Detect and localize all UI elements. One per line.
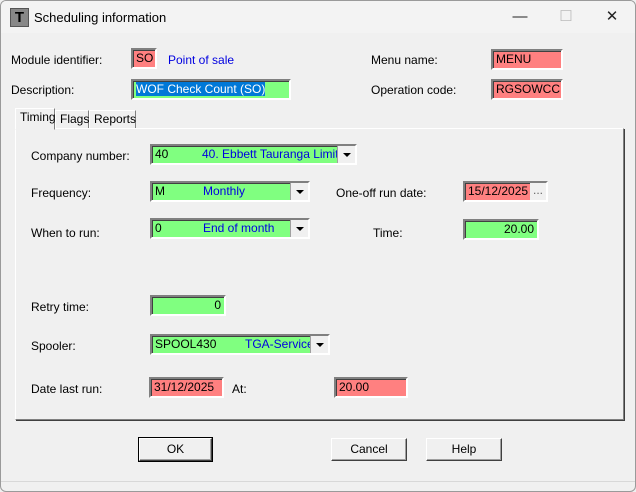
- when-to-run-name: End of month: [203, 221, 275, 235]
- minimize-icon[interactable]: —: [498, 5, 542, 29]
- maximize-icon[interactable]: ☐: [544, 5, 588, 29]
- cancel-button[interactable]: Cancel: [331, 438, 407, 461]
- when-to-run-label: When to run:: [31, 226, 100, 240]
- help-button[interactable]: Help: [426, 438, 502, 461]
- module-identifier-label: Module identifier:: [11, 53, 103, 67]
- module-identifier-field[interactable]: SO: [131, 48, 157, 69]
- ok-button[interactable]: OK: [138, 437, 213, 462]
- one-off-run-date-label: One-off run date:: [336, 186, 427, 200]
- chevron-down-icon[interactable]: [290, 220, 308, 237]
- description-field[interactable]: WOF Check Count (SO): [131, 79, 291, 100]
- tab-flags[interactable]: Flags: [55, 110, 89, 129]
- company-number-combo[interactable]: 40 40. Ebbett Tauranga Limited: [150, 144, 357, 165]
- when-to-run-combo[interactable]: 0 End of month: [150, 218, 310, 239]
- spooler-combo[interactable]: SPOOL430 TGA-Service: [150, 334, 330, 355]
- frequency-combo[interactable]: M Monthly: [150, 181, 310, 202]
- company-name: 40. Ebbett Tauranga Limited: [202, 147, 352, 161]
- date-last-run-field[interactable]: 31/12/2025: [149, 377, 224, 398]
- scheduling-dialog: T Scheduling information — ☐ ✕ Module id…: [0, 0, 636, 492]
- at-label: At:: [232, 382, 247, 396]
- tab-reports[interactable]: Reports: [89, 110, 136, 129]
- description-value: WOF Check Count (SO): [136, 82, 266, 96]
- chevron-down-icon[interactable]: [310, 336, 328, 353]
- company-code: 40: [155, 147, 169, 161]
- one-off-run-date-value: 15/12/2025: [468, 184, 529, 198]
- close-icon[interactable]: ✕: [590, 5, 634, 29]
- menu-name-label: Menu name:: [371, 53, 438, 67]
- menu-name-field[interactable]: MENU: [491, 49, 563, 70]
- retry-time-label: Retry time:: [31, 300, 90, 314]
- company-number-label: Company number:: [31, 149, 130, 163]
- date-picker-button[interactable]: ...: [530, 183, 546, 200]
- window-title: Scheduling information: [34, 10, 167, 25]
- operation-code-label: Operation code:: [371, 83, 457, 97]
- timing-panel: [15, 128, 624, 420]
- frequency-name: Monthly: [203, 184, 246, 198]
- frequency-code: M: [155, 184, 165, 198]
- time-label: Time:: [373, 226, 403, 240]
- spooler-label: Spooler:: [31, 339, 76, 353]
- date-last-run-label: Date last run:: [31, 382, 103, 396]
- description-label: Description:: [11, 83, 75, 97]
- app-icon: T: [10, 8, 29, 27]
- one-off-run-date-field[interactable]: 15/12/2025 ...: [463, 181, 548, 202]
- retry-time-field[interactable]: 0: [150, 295, 226, 316]
- spooler-name: TGA-Service: [245, 337, 314, 351]
- time-field[interactable]: 20.00: [463, 219, 539, 240]
- at-time-field[interactable]: 20.00: [334, 377, 408, 398]
- spooler-code: SPOOL430: [155, 337, 217, 351]
- tab-timing[interactable]: Timing: [15, 108, 56, 130]
- title-bar: T Scheduling information — ☐ ✕: [1, 1, 635, 33]
- module-name: Point of sale: [168, 53, 235, 67]
- status-divider: [1, 481, 635, 482]
- frequency-label: Frequency:: [31, 186, 92, 200]
- chevron-down-icon[interactable]: [337, 146, 355, 163]
- operation-code-field[interactable]: RGSOWCC: [491, 79, 563, 100]
- when-to-run-code: 0: [155, 221, 162, 235]
- chevron-down-icon[interactable]: [290, 183, 308, 200]
